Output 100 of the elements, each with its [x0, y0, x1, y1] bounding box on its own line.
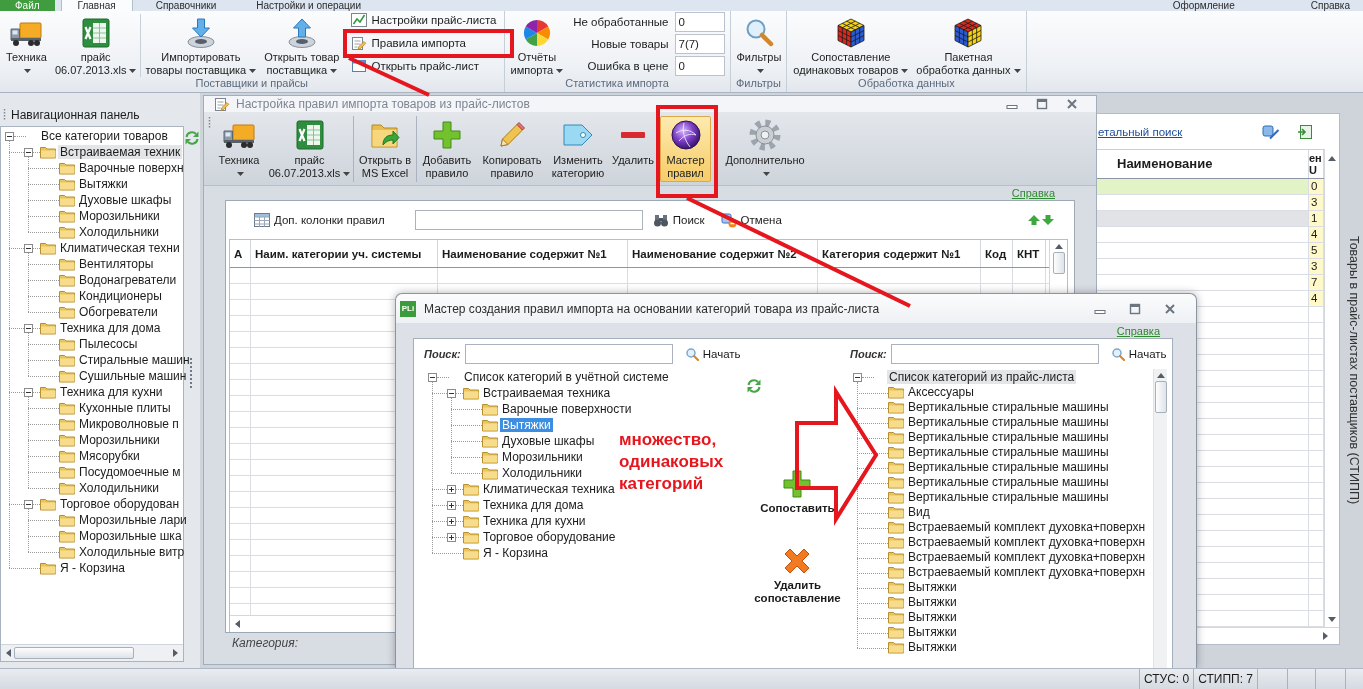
toolbar-button[interactable]: Дополнительно — [720, 116, 810, 182]
collapse-icon[interactable] — [24, 243, 33, 253]
menu-item[interactable]: Справка — [1310, 0, 1350, 11]
toolbar-button[interactable]: Добавить правило — [418, 116, 476, 182]
collapse-icon[interactable] — [447, 388, 456, 398]
tree-item[interactable]: Посудомоечные м — [77, 465, 183, 479]
exit-icon[interactable] — [1297, 123, 1313, 140]
scrollbar-thumb[interactable] — [1154, 381, 1167, 413]
collapse-icon[interactable] — [24, 323, 33, 333]
arrow-up-icon[interactable] — [1028, 215, 1040, 225]
tree-item[interactable]: Вертикальные стиральные машины — [906, 461, 1111, 474]
tree-item[interactable]: Морозильные шка — [77, 529, 184, 543]
tree-item[interactable]: Техника для кухни — [58, 385, 165, 399]
tree-item[interactable]: Аксессуары — [906, 386, 976, 399]
maximize-icon[interactable] — [1036, 98, 1048, 110]
tree-item[interactable]: Вид — [906, 506, 932, 519]
splitter-grip[interactable] — [189, 358, 195, 388]
toolbar-button[interactable]: Техника — [213, 116, 265, 182]
toolbar-button[interactable]: Мастер правил — [660, 116, 711, 182]
toolbar-button[interactable]: Копировать правило — [478, 116, 546, 182]
tree-item[interactable]: Вентиляторы — [77, 257, 156, 271]
tree-item[interactable]: Сушильные машин — [77, 369, 189, 383]
scrollbar[interactable] — [1153, 369, 1167, 668]
tree-item[interactable]: Варочные поверхн — [77, 161, 186, 175]
tree-item[interactable]: Варочные поверхности — [500, 402, 634, 416]
arrow-up-icon[interactable] — [1156, 372, 1165, 379]
table-row[interactable]: 3 — [1097, 195, 1324, 211]
collapse-icon[interactable] — [24, 387, 33, 397]
ribbon-button[interactable]: Сопоставление одинаковых товаров — [789, 14, 913, 76]
start-button[interactable]: Начать — [682, 347, 743, 361]
expand-icon[interactable] — [447, 516, 456, 526]
tree-item[interactable]: Все категории товаров — [39, 129, 170, 143]
tree-item[interactable]: Список категорий в учётной системе — [462, 370, 671, 384]
tree-item[interactable]: Духовые шкафы — [500, 434, 597, 448]
toolbar-button[interactable]: прайс 06.07.2013.xls — [267, 116, 352, 182]
ribbon-button[interactable]: Техника — [2, 14, 51, 76]
tree-item[interactable]: Техника для кухни — [481, 514, 588, 528]
arrow-right-icon[interactable] — [1322, 632, 1329, 640]
tree-item[interactable]: Встраеваемый комплект духовка+поверхн — [906, 551, 1148, 564]
tree-item[interactable]: Встраиваемая техника — [481, 386, 613, 400]
tree-item[interactable]: Водонагреватели — [77, 273, 179, 287]
tree-item[interactable]: Вертикальные стиральные машины — [906, 446, 1111, 459]
table-row[interactable]: 0 — [1097, 179, 1324, 195]
toolbar-button[interactable]: Открыть в MS Excel — [355, 116, 415, 182]
toolbar-button[interactable]: Удалить — [610, 116, 656, 182]
ribbon-button[interactable]: Импортировать товары поставщика — [141, 14, 261, 76]
close-icon[interactable] — [1164, 302, 1176, 315]
tree-item[interactable]: Морозильники — [77, 433, 162, 447]
tree-item[interactable]: Я - Корзина — [58, 561, 128, 575]
tree-item[interactable]: Пылесосы — [77, 337, 140, 351]
ribbon-button[interactable]: Открыть прайс-лист — [347, 55, 501, 77]
tree-item[interactable]: Техника для дома — [481, 498, 586, 512]
match-button[interactable]: Сопоставить — [760, 468, 835, 515]
tree-item[interactable]: Торговое оборудование — [481, 530, 618, 544]
arrow-left-icon[interactable] — [5, 649, 12, 657]
tree-item[interactable]: Вытяжки — [906, 611, 959, 624]
tree-item[interactable]: Вытяжки — [906, 641, 959, 654]
unmatch-button[interactable]: Удалить сопоставление — [754, 545, 841, 605]
start-button[interactable]: Начать — [1108, 347, 1169, 361]
search-field[interactable] — [890, 344, 1099, 364]
tree-item[interactable]: Кондиционеры — [77, 289, 164, 303]
tree-item[interactable]: Список категорий из прайс-листа — [887, 370, 1077, 384]
collapse-icon[interactable] — [428, 372, 437, 382]
tree-item[interactable]: Духовые шкафы — [77, 193, 174, 207]
arrow-right-icon[interactable] — [172, 649, 179, 657]
tree-item[interactable]: Вытяжки — [906, 581, 959, 594]
ribbon-button[interactable]: Правила импорта — [347, 32, 501, 54]
tree-item[interactable]: Техника для дома — [58, 321, 163, 335]
tree-item[interactable]: Вертикальные стиральные машины — [906, 431, 1111, 444]
arrow-up-icon[interactable] — [1054, 243, 1063, 250]
tree-item[interactable]: Морозильники — [500, 450, 585, 464]
tree-item[interactable]: Вытяжки — [77, 177, 130, 191]
scrollbar-thumb[interactable] — [14, 647, 134, 659]
maximize-icon[interactable] — [1129, 302, 1141, 315]
table-row[interactable]: 1 — [1097, 211, 1324, 227]
tab[interactable]: Справочники — [138, 0, 234, 11]
tree-item[interactable]: Стиральные машин — [77, 353, 192, 367]
refresh-icon[interactable] — [184, 130, 200, 146]
search-field[interactable] — [464, 344, 673, 364]
table-row[interactable]: 3 — [1097, 259, 1324, 275]
expand-icon[interactable] — [447, 484, 456, 494]
expand-icon[interactable] — [447, 500, 456, 510]
scrollbar[interactable] — [1, 644, 183, 661]
close-icon[interactable] — [1066, 98, 1078, 110]
table-row[interactable]: 4 — [1097, 227, 1324, 243]
scrollbar-thumb[interactable] — [1052, 252, 1065, 274]
toolbar-button[interactable]: Изменить категорию — [548, 116, 608, 182]
tree-item[interactable]: Встраиваемая техник — [58, 145, 183, 159]
menu-item[interactable]: Оформление — [1172, 0, 1235, 11]
tree-item[interactable]: Мясорубки — [77, 449, 142, 463]
search-link[interactable]: етальный поиск — [1098, 125, 1183, 138]
tree-item[interactable]: Микроволновые п — [77, 417, 181, 431]
arrow-down-icon[interactable] — [1328, 616, 1336, 623]
ribbon-button[interactable]: Пакетная обработка данных — [912, 14, 1025, 76]
expand-icon[interactable] — [447, 532, 456, 542]
tree-item[interactable]: Обогреватели — [77, 305, 160, 319]
arrow-up-icon[interactable] — [1328, 155, 1336, 162]
tree-item[interactable]: Вертикальные стиральные машины — [906, 401, 1111, 414]
arrow-left-icon[interactable] — [234, 620, 241, 628]
refresh-icon[interactable] — [746, 378, 762, 394]
